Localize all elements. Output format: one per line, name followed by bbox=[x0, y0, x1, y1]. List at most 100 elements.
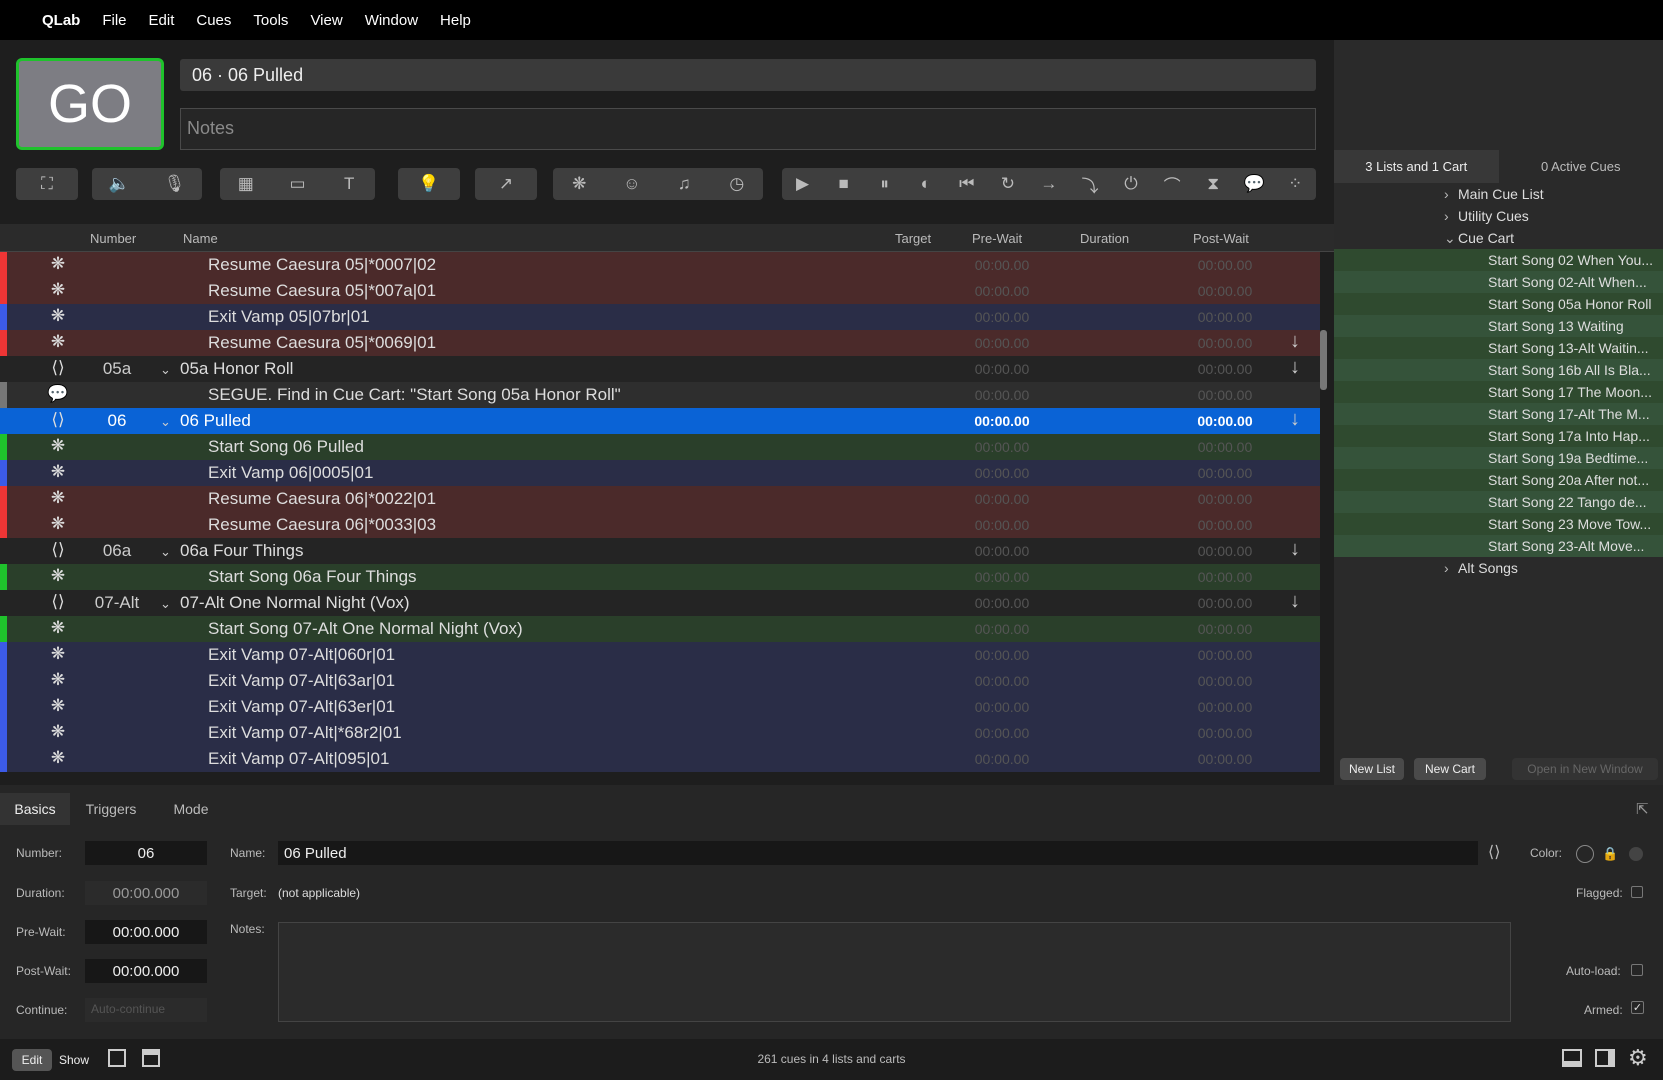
wait-icon[interactable]: ⧗ bbox=[1200, 174, 1226, 194]
reset-icon[interactable]: ⏮ bbox=[954, 174, 980, 194]
col-prewait[interactable]: Pre-Wait bbox=[972, 231, 1022, 246]
new-list-button[interactable]: New List bbox=[1340, 758, 1404, 780]
prewait-value[interactable]: 00:00.00 bbox=[960, 595, 1044, 611]
tree-item[interactable]: Start Song 02-Alt When... bbox=[1334, 271, 1663, 293]
light-icon[interactable]: 💡 bbox=[416, 174, 442, 194]
cue-number[interactable]: 05a bbox=[82, 359, 152, 379]
group-cue-row[interactable]: ⟨⟩ 05a ⌄ 05a Honor Roll 00:00.00 00:00.00 ↓ bbox=[0, 356, 1320, 382]
tree-item[interactable]: Start Song 17 The Moon... bbox=[1334, 381, 1663, 403]
postwait-value[interactable]: 00:00.00 bbox=[1183, 257, 1267, 273]
cue-row[interactable]: ❋ Exit Vamp 07-Alt|63ar|01 00:00.00 00:00.0… bbox=[0, 668, 1320, 694]
name-field[interactable]: 06 Pulled bbox=[278, 841, 1478, 865]
cue-name[interactable]: 05a Honor Roll bbox=[180, 359, 293, 379]
prewait-value[interactable]: 00:00.00 bbox=[960, 543, 1044, 559]
go-button[interactable]: GO bbox=[16, 58, 164, 150]
start-icon[interactable]: ▶ bbox=[790, 174, 816, 194]
tree-item[interactable]: Start Song 22 Tango de... bbox=[1334, 491, 1663, 513]
cue-row[interactable]: ❋ Exit Vamp 07-Alt|060r|01 00:00.00 00:00.0… bbox=[0, 642, 1320, 668]
menu-app[interactable]: QLab bbox=[42, 12, 80, 29]
new-cart-button[interactable]: New Cart bbox=[1414, 758, 1486, 780]
group-cue-row[interactable]: ⟨⟩ 06a ⌄ 06a Four Things 00:00.00 00:00.00 ↓ bbox=[0, 538, 1320, 564]
col-name[interactable]: Name bbox=[183, 231, 218, 246]
notes-field[interactable]: Notes bbox=[180, 108, 1316, 150]
arm-icon[interactable]: ⏻ bbox=[1118, 174, 1144, 194]
cue-name[interactable]: 06 Pulled bbox=[180, 411, 251, 431]
popout-icon[interactable]: ⇱ bbox=[1636, 800, 1649, 818]
cue-name[interactable]: Exit Vamp 07-Alt|*68r2|01 bbox=[208, 723, 402, 743]
cue-row[interactable]: ❋ Start Song 07-Alt One Normal Night (Vox… bbox=[0, 616, 1320, 642]
tree-item[interactable]: Start Song 16b All Is Bla... bbox=[1334, 359, 1663, 381]
tree-item[interactable]: Start Song 13-Alt Waitin... bbox=[1334, 337, 1663, 359]
tree-item[interactable]: › Main Cue List bbox=[1334, 183, 1663, 205]
tree-item[interactable]: Start Song 23 Move Tow... bbox=[1334, 513, 1663, 535]
prewait-value[interactable]: 00:00.00 bbox=[960, 283, 1044, 299]
scrollbar-thumb[interactable] bbox=[1320, 330, 1327, 390]
chevron-down-icon[interactable]: ⌄ bbox=[160, 544, 171, 560]
color-picker[interactable] bbox=[1576, 845, 1594, 863]
cue-name[interactable]: Resume Caesura 05|*007a|01 bbox=[208, 281, 436, 301]
cue-row[interactable]: 💬 SEGUE. Find in Cue Cart: "Start Song 05… bbox=[0, 382, 1320, 408]
timecode-icon[interactable]: ◷ bbox=[724, 174, 750, 194]
cue-name[interactable]: 07-Alt One Normal Night (Vox) bbox=[180, 593, 410, 613]
postwait-value[interactable]: 00:00.00 bbox=[1183, 595, 1267, 611]
cue-name[interactable]: SEGUE. Find in Cue Cart: "Start Song 05a… bbox=[208, 385, 621, 405]
notes-textarea[interactable] bbox=[278, 922, 1511, 1022]
cue-row[interactable]: ❋ Resume Caesura 06|*0022|01 00:00.00 00:00… bbox=[0, 486, 1320, 512]
audio-icon[interactable]: 🔈 bbox=[107, 174, 133, 194]
cue-row[interactable]: ❋ Exit Vamp 07-Alt|*68r2|01 00:00.00 00:00.… bbox=[0, 720, 1320, 746]
postwait-value[interactable]: 00:00.00 bbox=[1183, 387, 1267, 403]
tab-basics[interactable]: Basics bbox=[0, 793, 70, 825]
cue-row[interactable]: ❋ Resume Caesura 05|*0069|01 00:00.00 00:00… bbox=[0, 330, 1320, 356]
tree-item[interactable]: › Utility Cues bbox=[1334, 205, 1663, 227]
tab-lists[interactable]: 3 Lists and 1 Cart bbox=[1334, 150, 1499, 183]
menu-tools[interactable]: Tools bbox=[253, 12, 288, 29]
group-cue-row[interactable]: ⟨⟩ 07-Alt ⌄ 07-Alt One Normal Night (Vox) 00… bbox=[0, 590, 1320, 616]
postwait-value[interactable]: 00:00.00 bbox=[1183, 569, 1267, 585]
prewait-value[interactable]: 00:00.00 bbox=[960, 439, 1044, 455]
cue-name[interactable]: Resume Caesura 05|*0069|01 bbox=[208, 333, 436, 353]
prewait-value[interactable]: 00:00.00 bbox=[960, 725, 1044, 741]
postwait-field[interactable]: 00:00.000 bbox=[85, 959, 207, 983]
cue-row[interactable]: ❋ Exit Vamp 07-Alt|095|01 00:00.00 00:00.00 bbox=[0, 746, 1320, 772]
video-icon[interactable]: ▦ bbox=[233, 174, 259, 194]
cue-name[interactable]: Start Song 06a Four Things bbox=[208, 567, 417, 587]
menu-window[interactable]: Window bbox=[365, 12, 418, 29]
postwait-value[interactable]: 00:00.00 bbox=[1183, 699, 1267, 715]
cue-name[interactable]: 06a Four Things bbox=[180, 541, 303, 561]
cue-number[interactable]: 06a bbox=[82, 541, 152, 561]
postwait-value[interactable]: 00:00.00 bbox=[1183, 517, 1267, 533]
prewait-value[interactable]: 00:00.00 bbox=[960, 491, 1044, 507]
chevron-down-icon[interactable]: ⌄ bbox=[160, 362, 171, 378]
cue-name[interactable]: Exit Vamp 07-Alt|63er|01 bbox=[208, 697, 395, 717]
fullscreen-icon[interactable]: ⛶ bbox=[34, 174, 60, 194]
settings-icon[interactable]: ⚙ bbox=[1628, 1045, 1648, 1071]
chevron-down-icon[interactable]: ⌄ bbox=[160, 414, 171, 430]
prewait-field[interactable]: 00:00.000 bbox=[85, 920, 207, 944]
text-icon[interactable]: T bbox=[336, 174, 362, 194]
col-target[interactable]: Target bbox=[895, 231, 931, 246]
menu-file[interactable]: File bbox=[102, 12, 126, 29]
cue-name[interactable]: Resume Caesura 06|*0033|03 bbox=[208, 515, 436, 535]
prewait-value[interactable]: 00:00.00 bbox=[960, 569, 1044, 585]
prewait-value[interactable]: 00:00.00 bbox=[960, 335, 1044, 351]
pause-cue-icon[interactable]: ⏸ bbox=[872, 174, 898, 194]
music-icon[interactable]: ♫ bbox=[671, 174, 697, 194]
goto-icon[interactable]: → bbox=[1036, 174, 1062, 194]
cue-name[interactable]: Resume Caesura 06|*0022|01 bbox=[208, 489, 436, 509]
postwait-value[interactable]: 00:00.00 bbox=[1183, 751, 1267, 767]
prewait-value[interactable]: 00:00.00 bbox=[960, 621, 1044, 637]
flagged-checkbox[interactable] bbox=[1631, 886, 1643, 898]
postwait-value[interactable]: 00:00.00 bbox=[1183, 439, 1267, 455]
postwait-value[interactable]: 00:00.00 bbox=[1183, 465, 1267, 481]
group-cue-row[interactable]: ⟨⟩ 06 ⌄ 06 Pulled 00:00.00 00:00.00 ↓ bbox=[0, 408, 1320, 434]
tree-item[interactable]: Start Song 19a Bedtime... bbox=[1334, 447, 1663, 469]
tree-item[interactable]: Start Song 17-Alt The M... bbox=[1334, 403, 1663, 425]
cue-row[interactable]: ❋ Start Song 06a Four Things 00:00.00 00:00… bbox=[0, 564, 1320, 590]
load-icon[interactable]: ◐ bbox=[913, 174, 939, 194]
disclosure-icon[interactable]: › bbox=[1444, 208, 1458, 224]
prewait-value[interactable]: 00:00.00 bbox=[960, 465, 1044, 481]
prewait-value[interactable]: 00:00.00 bbox=[960, 517, 1044, 533]
cue-number[interactable]: 07-Alt bbox=[82, 593, 152, 613]
prewait-value[interactable]: 00:00.00 bbox=[960, 647, 1044, 663]
right-panel-icon[interactable] bbox=[1595, 1049, 1615, 1067]
